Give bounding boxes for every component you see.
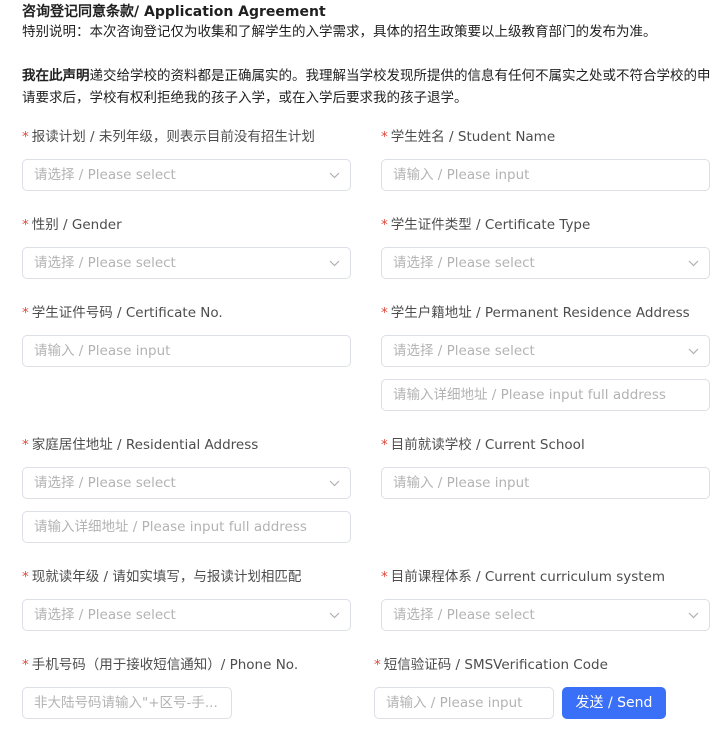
enrollment-plan-select[interactable]: 请选择 / Please select — [22, 159, 351, 191]
current-grade-select[interactable]: 请选择 / Please select — [22, 599, 351, 631]
residence-region-select[interactable]: 请选择 / Please select — [381, 335, 710, 367]
select-placeholder: 请选择 / Please select — [34, 255, 176, 271]
agreement-section: 咨询登记同意条款/ Application Agreement 特别说明：本次咨… — [22, 2, 717, 109]
select-placeholder: 请选择 / Please select — [393, 255, 535, 271]
required-mark: * — [381, 305, 388, 321]
address-placeholder: 请输入详细地址 / Please input full address — [34, 519, 307, 535]
required-mark: * — [381, 217, 388, 233]
required-mark: * — [22, 657, 29, 673]
chevron-down-icon — [329, 172, 340, 179]
enrollment-plan-label: * 报读计划 / 未列年级，则表示目前没有招生计划 — [22, 129, 315, 145]
select-placeholder: 请选择 / Please select — [34, 475, 176, 491]
chevron-down-icon — [688, 612, 699, 619]
select-placeholder: 请选择 / Please select — [34, 607, 176, 623]
student-name-label: * 学生姓名 / Student Name — [381, 129, 556, 145]
required-mark: * — [381, 569, 388, 585]
select-placeholder: 请选择 / Please select — [393, 607, 535, 623]
input-placeholder: 请输入 / Please input — [34, 343, 171, 359]
residential-region-select[interactable]: 请选择 / Please select — [22, 467, 351, 499]
required-mark: * — [22, 569, 29, 585]
agreement-declaration: 我在此声明递交给学校的资料都是正确属实的。我理解当学校发现所提供的信息有任何不属… — [22, 65, 717, 109]
chevron-down-icon — [329, 480, 340, 487]
input-placeholder: 请输入 / Please input — [386, 695, 523, 711]
gender-label: * 性别 / Gender — [22, 217, 122, 233]
current-grade-label: * 现就读年级 / 请如实填写，与报读计划相匹配 — [22, 569, 302, 585]
phone-input[interactable]: 非大陆号码请输入"+区号-手... — [22, 687, 232, 719]
required-mark: * — [22, 217, 29, 233]
address-placeholder: 请输入详细地址 / Please input full address — [393, 387, 666, 403]
certificate-type-label: * 学生证件类型 / Certificate Type — [381, 217, 591, 233]
required-mark: * — [22, 129, 29, 145]
required-mark: * — [22, 305, 29, 321]
chevron-down-icon — [329, 260, 340, 267]
student-name-input[interactable]: 请输入 / Please input — [381, 159, 710, 191]
sms-code-label: * 短信验证码 / SMSVerification Code — [374, 657, 608, 673]
sms-code-input[interactable]: 请输入 / Please input — [374, 687, 554, 719]
residential-address-label: * 家庭居住地址 / Residential Address — [22, 437, 259, 453]
required-mark: * — [381, 437, 388, 453]
required-mark: * — [22, 437, 29, 453]
declaration-bold: 我在此声明 — [22, 68, 90, 84]
select-placeholder: 请选择 / Please select — [393, 343, 535, 359]
current-school-input[interactable]: 请输入 / Please input — [381, 467, 710, 499]
phone-label: * 手机号码（用于接收短信通知）/ Phone No. — [22, 657, 299, 673]
declaration-text: 递交给学校的资料都是正确属实的。我理解当学校发现所提供的信息有任何不属实之处或不… — [22, 68, 711, 106]
curriculum-label: * 目前课程体系 / Current curriculum system — [381, 569, 666, 585]
certificate-no-label: * 学生证件号码 / Certificate No. — [22, 305, 223, 321]
chevron-down-icon — [688, 348, 699, 355]
send-code-button[interactable]: 发送 / Send — [562, 687, 666, 719]
chevron-down-icon — [688, 260, 699, 267]
input-placeholder: 请输入 / Please input — [393, 167, 530, 183]
chevron-down-icon — [329, 612, 340, 619]
residential-detail-input[interactable]: 请输入详细地址 / Please input full address — [22, 511, 351, 543]
residence-detail-input[interactable]: 请输入详细地址 / Please input full address — [381, 379, 710, 411]
input-placeholder: 请输入 / Please input — [393, 475, 530, 491]
certificate-no-input[interactable]: 请输入 / Please input — [22, 335, 351, 367]
phone-placeholder: 非大陆号码请输入"+区号-手... — [34, 695, 218, 711]
certificate-type-select[interactable]: 请选择 / Please select — [381, 247, 710, 279]
required-mark: * — [374, 657, 381, 673]
agreement-title: 咨询登记同意条款/ Application Agreement — [22, 4, 326, 20]
gender-select[interactable]: 请选择 / Please select — [22, 247, 351, 279]
curriculum-select[interactable]: 请选择 / Please select — [381, 599, 710, 631]
residence-address-label: * 学生户籍地址 / Permanent Residence Address — [381, 305, 690, 321]
current-school-label: * 目前就读学校 / Current School — [381, 437, 585, 453]
required-mark: * — [381, 129, 388, 145]
agreement-note: 特别说明：本次咨询登记仅为收集和了解学生的入学需求，具体的招生政策要以上级教育部… — [22, 24, 657, 40]
select-placeholder: 请选择 / Please select — [34, 167, 176, 183]
